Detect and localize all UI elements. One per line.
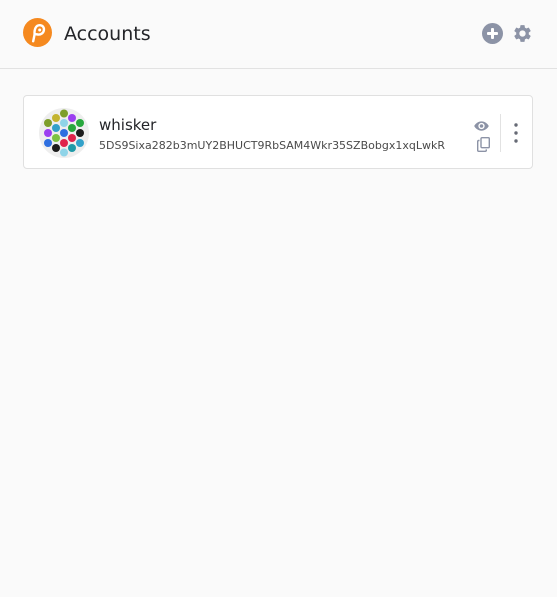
eye-icon — [474, 121, 489, 131]
account-menu-button[interactable] — [508, 121, 524, 145]
settings-button[interactable] — [512, 23, 533, 44]
polkadot-logo-icon — [23, 18, 52, 47]
account-name: whisker — [99, 116, 157, 134]
card-divider — [500, 114, 501, 152]
add-account-button[interactable] — [482, 23, 503, 44]
identicon-icon — [39, 108, 89, 158]
gear-icon — [514, 25, 531, 42]
more-vertical-icon — [514, 123, 518, 143]
copy-icon — [477, 137, 490, 152]
plus-circle-icon — [482, 23, 503, 44]
copy-address-button[interactable] — [477, 137, 490, 152]
show-address-button[interactable] — [474, 120, 489, 132]
page-title: Accounts — [64, 23, 151, 45]
header-bar: Accounts — [0, 0, 557, 69]
account-card: whisker 5DS9Sixa282b3mUY2BHUCT9RbSAM4Wkr… — [23, 95, 533, 169]
account-address: 5DS9Sixa282b3mUY2BHUCT9RbSAM4Wkr35SZBobg… — [99, 139, 445, 152]
